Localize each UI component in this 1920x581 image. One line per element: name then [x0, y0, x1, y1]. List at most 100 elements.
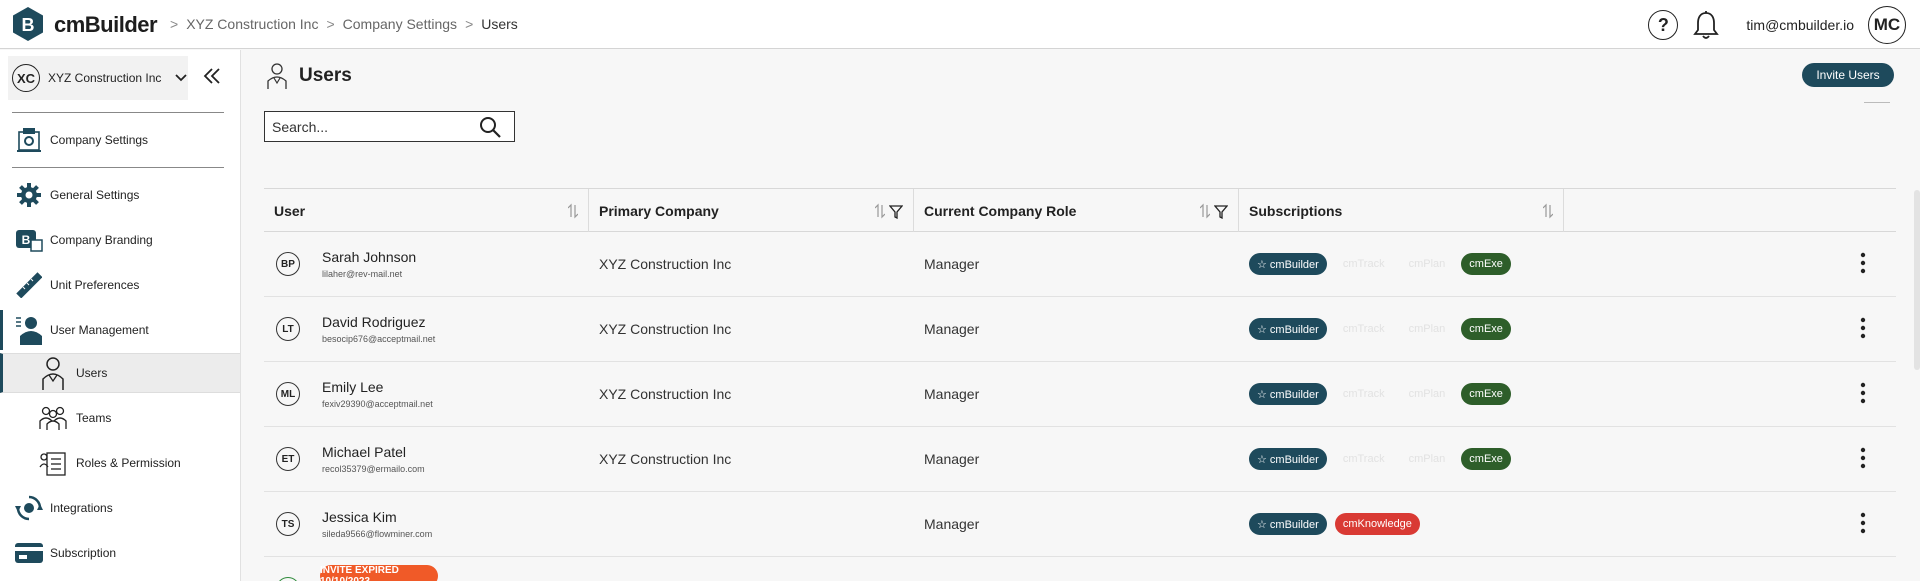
sidebar-item-user-management[interactable]: User Management: [0, 310, 240, 350]
scrollbar[interactable]: [1914, 190, 1920, 370]
header-actions: ? tim@cmbuilder.io MC: [1648, 6, 1906, 44]
breadcrumb-separator: >: [465, 16, 474, 32]
more-options-icon[interactable]: [1860, 252, 1866, 274]
invite-users-button[interactable]: Invite Users: [1802, 63, 1894, 87]
user-avatar[interactable]: MC: [1868, 6, 1906, 44]
sidebar-item-integrations[interactable]: Integrations: [0, 488, 240, 528]
subscription-icon: [14, 538, 44, 568]
sidebar-item-label: Users: [76, 366, 108, 380]
bell-icon[interactable]: [1692, 10, 1720, 40]
cmbuilder-logo-icon[interactable]: B: [10, 6, 46, 42]
roles-icon: [38, 448, 68, 478]
sidebar-item-label: User Management: [50, 323, 149, 337]
integrations-icon: [14, 493, 44, 523]
company-name: XYZ Construction Inc: [48, 71, 162, 85]
primary-company-cell: XYZ Construction Inc: [599, 451, 732, 467]
breadcrumb-separator: >: [326, 16, 335, 32]
user-cell: ET Michael Patel recol35379@ermailo.com: [264, 444, 589, 474]
search-icon[interactable]: [479, 116, 501, 138]
sidebar-divider: [12, 112, 224, 113]
user-icon: [38, 357, 68, 390]
column-label: Current Company Role: [924, 202, 1077, 219]
search-input[interactable]: [265, 118, 475, 135]
branding-icon: B: [14, 225, 44, 255]
sidebar-item-subscription[interactable]: Subscription: [0, 533, 240, 573]
column-label: User: [274, 202, 306, 219]
table-row[interactable]: TS Jessica Kim sileda9566@flowminer.com …: [264, 492, 1896, 557]
user-email: recol35379@ermailo.com: [322, 464, 425, 474]
subscription-pill: cmTrack: [1342, 388, 1385, 400]
more-options-icon[interactable]: [1860, 317, 1866, 339]
user-name: Emily Lee: [322, 379, 384, 395]
column-header-subscriptions[interactable]: Subscriptions: [1239, 189, 1564, 232]
company-role-cell: Manager: [924, 256, 980, 272]
sidebar-item-label: General Settings: [50, 188, 140, 202]
sidebar-item-roles-permission[interactable]: Roles & Permission: [0, 443, 240, 483]
column-header-user[interactable]: User: [264, 189, 589, 232]
subscriptions-cell: ☆ cmBuilder cmTrack cmPlan cmExe: [1239, 448, 1569, 470]
brand-name: cmBuilder: [54, 12, 158, 37]
table-row[interactable]: LT David Rodriguez besocip676@acceptmail…: [264, 297, 1896, 362]
teams-icon: [38, 403, 68, 433]
table-row[interactable]: ET Michael Patel recol35379@ermailo.com …: [264, 427, 1896, 492]
help-icon[interactable]: ?: [1648, 10, 1679, 40]
sidebar-item-label: Subscription: [50, 546, 117, 560]
user-email[interactable]: tim@cmbuilder.io: [1746, 17, 1854, 33]
filter-icon[interactable]: [1214, 205, 1228, 219]
subscription-pill: cmPlan: [1408, 258, 1446, 270]
user-initials-badge: ET: [276, 447, 300, 471]
subscription-pill: cmTrack: [1342, 323, 1385, 335]
company-settings-icon: [14, 125, 44, 155]
page-title: Users: [299, 65, 352, 86]
user-initials-badge: ML: [276, 382, 300, 406]
sidebar-item-unit-preferences[interactable]: Unit Preferences: [0, 265, 240, 305]
user-email: lilaher@rev-mail.net: [322, 269, 403, 279]
user-initials-badge: BP: [276, 252, 300, 276]
sidebar-item-general-settings[interactable]: General Settings: [0, 175, 240, 215]
sort-icon[interactable]: [1200, 203, 1210, 219]
filter-icon[interactable]: [889, 205, 903, 219]
user-cell: LT David Rodriguez besocip676@acceptmail…: [264, 314, 589, 344]
table-row[interactable]: ML Emily Lee fexiv29390@acceptmail.net X…: [264, 362, 1896, 427]
column-header-current-company-role[interactable]: Current Company Role: [914, 189, 1239, 232]
user-text: Sarah Johnson lilaher@rev-mail.net: [322, 249, 416, 279]
more-options-icon[interactable]: [1860, 447, 1866, 469]
company-role-cell: Manager: [924, 516, 980, 532]
sidebar-item-label: Company Branding: [50, 233, 153, 247]
subscription-pill: ☆ cmBuilder: [1249, 383, 1327, 405]
subscriptions-cell: ☆ cmBuilder cmKnowledge: [1239, 513, 1569, 535]
subscription-pill: ☆ cmBuilder: [1249, 253, 1327, 275]
sidebar-item-company-branding[interactable]: B Company Branding: [0, 220, 240, 260]
company-selector[interactable]: XC XYZ Construction Inc: [8, 56, 188, 100]
primary-company-cell: XYZ Construction Inc: [599, 321, 732, 337]
sort-icon[interactable]: [568, 203, 578, 219]
user-text: Jessica Kim sileda9566@flowminer.com: [322, 509, 432, 539]
breadcrumb-users: Users: [481, 16, 518, 32]
svg-text:B: B: [22, 15, 35, 35]
breadcrumb-company-settings[interactable]: Company Settings: [343, 16, 457, 32]
sidebar-item-label: Company Settings: [50, 133, 149, 147]
table-row[interactable]: INVITE EXPIRED 10/10/2023: [264, 557, 1896, 581]
sidebar-item-company-settings[interactable]: Company Settings: [0, 120, 240, 160]
subscription-pill: cmPlan: [1408, 453, 1446, 465]
subscription-pill: cmExe: [1461, 448, 1511, 470]
sidebar-item-teams[interactable]: Teams: [0, 398, 240, 438]
more-options-icon[interactable]: [1860, 512, 1866, 534]
top-bar: B cmBuilder > XYZ Construction Inc > Com…: [0, 0, 1920, 49]
user-initials-badge: TS: [276, 512, 300, 536]
column-header-primary-company[interactable]: Primary Company: [589, 189, 914, 232]
table-row[interactable]: BP Sarah Johnson lilaher@rev-mail.net XY…: [264, 232, 1896, 297]
more-options-icon[interactable]: [1860, 382, 1866, 404]
subscriptions-cell: ☆ cmBuilder cmTrack cmPlan cmExe: [1239, 253, 1569, 275]
sort-icon[interactable]: [875, 203, 885, 219]
primary-company-cell: XYZ Construction Inc: [599, 256, 732, 272]
breadcrumb-company[interactable]: XYZ Construction Inc: [186, 16, 318, 32]
sidebar-item-users[interactable]: Users: [0, 353, 240, 393]
column-label: Primary Company: [599, 202, 719, 219]
subscription-pill: cmExe: [1461, 318, 1511, 340]
user-name: David Rodriguez: [322, 314, 426, 330]
collapse-sidebar-icon[interactable]: [203, 68, 221, 84]
breadcrumb: > XYZ Construction Inc > Company Setting…: [170, 16, 518, 32]
sort-icon[interactable]: [1543, 203, 1553, 219]
subscription-pill: ☆ cmBuilder: [1249, 318, 1327, 340]
